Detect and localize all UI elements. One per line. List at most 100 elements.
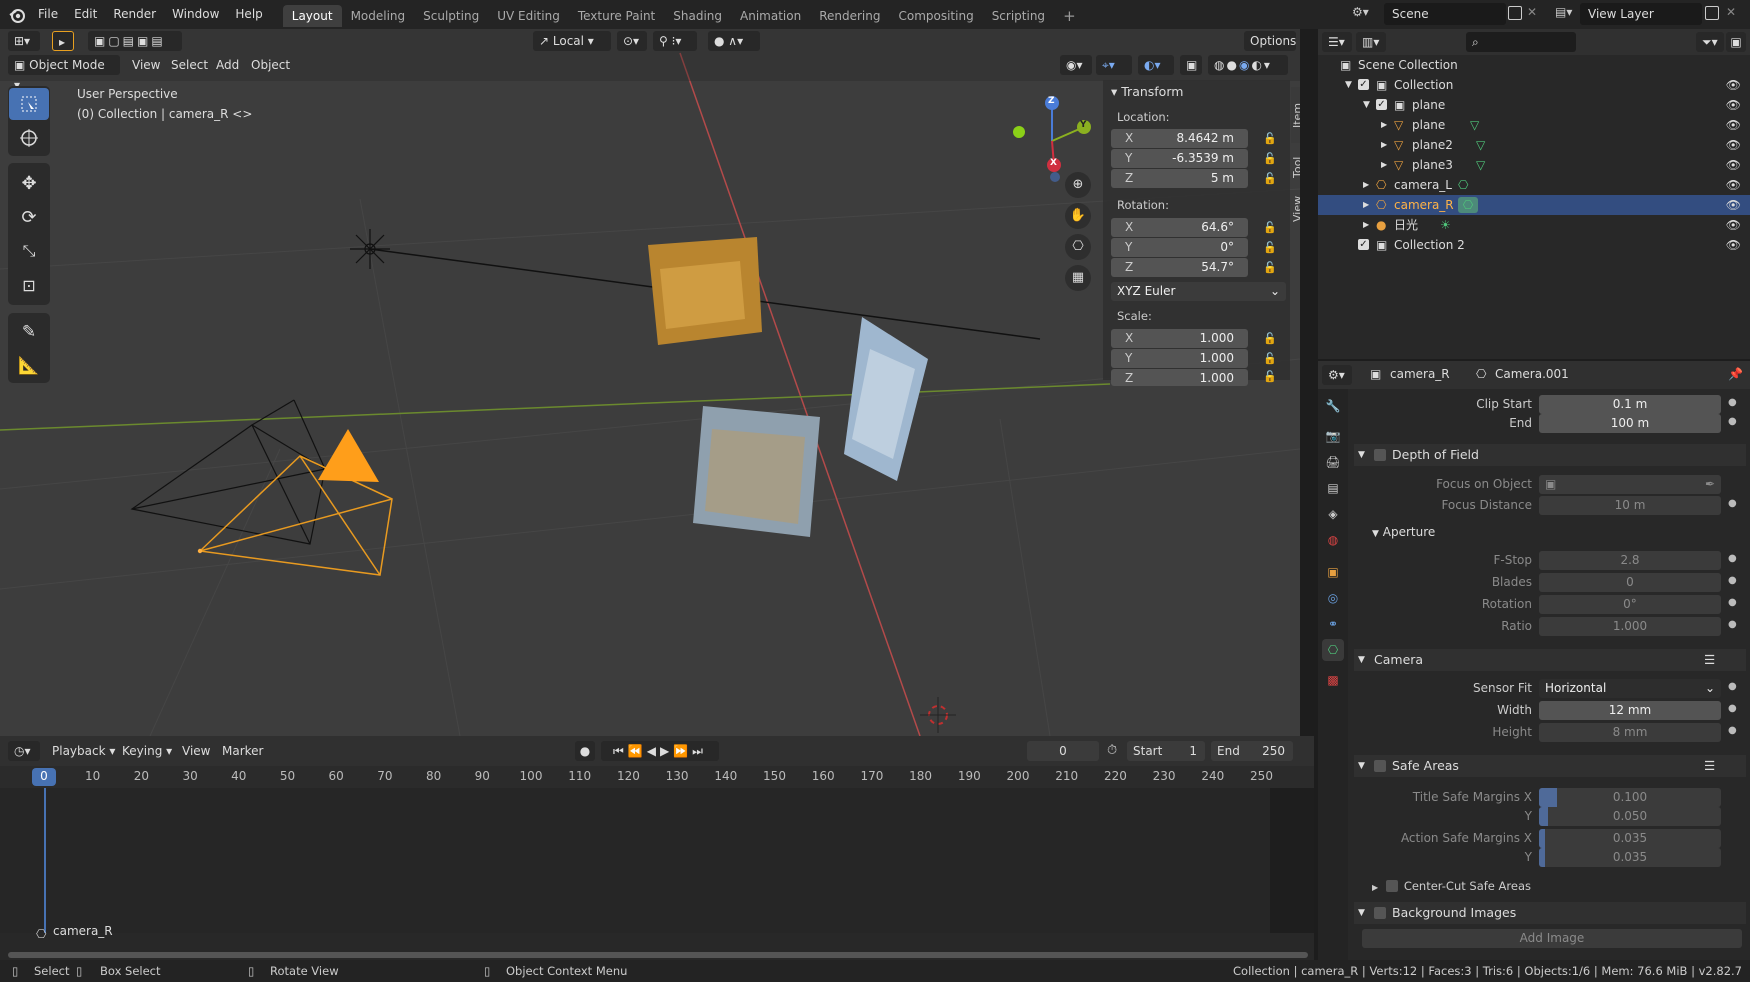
menu-playback[interactable]: Playback ▾ (52, 741, 115, 761)
annotate-tool[interactable]: ✎ (9, 316, 49, 348)
clip-end-field[interactable]: 100 m (1539, 414, 1721, 433)
render-tab-icon[interactable]: 📷 (1322, 425, 1344, 447)
blender-logo-icon[interactable] (8, 6, 26, 24)
lock-icon[interactable]: 🔓 (1263, 261, 1277, 274)
outliner-row-camera-r[interactable]: ▶ ⎔ camera_R ⎔ 👁 (1318, 195, 1750, 215)
blades-field[interactable]: 0 (1539, 573, 1721, 592)
eye-icon[interactable]: 👁 (1726, 75, 1741, 95)
measure-tool[interactable]: 📐 (9, 350, 49, 382)
lock-icon[interactable]: 🔓 (1263, 332, 1277, 345)
lock-icon[interactable]: 🔓 (1263, 370, 1277, 383)
title-safe-x-field[interactable]: 0.100 (1539, 788, 1721, 807)
outliner-row-plane[interactable]: ▶ ▽ plane ▽ 👁 (1318, 115, 1750, 135)
gizmo-toggle[interactable]: ⌖▾ (1096, 55, 1132, 75)
properties-editor-type[interactable]: ⚙▾ (1322, 365, 1352, 385)
constraints-tab-icon[interactable]: ⚭ (1322, 613, 1344, 635)
visibility-dropdown[interactable]: ◉▾ (1060, 55, 1092, 75)
tab-item[interactable]: Item (1291, 87, 1300, 143)
collection-checkbox[interactable]: ✓ (1358, 79, 1369, 90)
timeline-editor[interactable]: ◷▾ Playback ▾ Keying ▾ View Marker ● ⏮⏪◀… (0, 736, 1314, 960)
outliner-row-camera-l[interactable]: ▶ ⎔ camera_L ⎔ 👁 (1318, 175, 1750, 195)
select-box-tool[interactable] (9, 88, 49, 120)
menu-marker[interactable]: Marker (222, 741, 263, 761)
location-x-field[interactable]: X 8.4642 m (1111, 129, 1248, 148)
outliner-row-sun[interactable]: ▶ ● 日光 ☀ 👁 (1318, 215, 1750, 235)
timeline-scrollbar[interactable] (8, 952, 1308, 958)
camera-section[interactable]: ▼ Camera ☰ (1354, 649, 1746, 671)
zoom-icon[interactable]: ⊕ (1065, 172, 1091, 198)
scale-tool[interactable]: ⤡ (9, 235, 49, 267)
animate-dot-icon[interactable]: ● (1728, 498, 1737, 509)
record-button[interactable]: ● (575, 741, 595, 761)
pivot-point-button[interactable]: ⊙▾ (617, 31, 647, 51)
new-scene-icon[interactable] (1508, 6, 1522, 20)
close-icon[interactable]: ✕ (1527, 5, 1537, 19)
tab-texture-paint[interactable]: Texture Paint (569, 5, 664, 27)
scale-x-field[interactable]: X 1.000 (1111, 329, 1248, 348)
plane2-object[interactable] (844, 317, 928, 481)
eye-icon[interactable]: 👁 (1726, 95, 1741, 115)
scale-y-field[interactable]: Y 1.000 (1111, 349, 1248, 368)
outliner-row-collection[interactable]: ▼ ✓ ▣ Collection 👁 (1318, 75, 1750, 95)
timeline-body[interactable] (0, 788, 1314, 933)
animate-dot-icon[interactable]: ● (1728, 597, 1737, 608)
eyedropper-icon[interactable]: ✒ (1705, 475, 1715, 494)
transform-tool[interactable]: ⊡ (9, 269, 49, 301)
timeline-editor-type[interactable]: ◷▾ (8, 741, 40, 761)
action-safe-y-field[interactable]: 0.035 (1539, 848, 1721, 867)
3d-viewport[interactable]: ⊞▾ ▸ ▣▢▤▣▤ ↗ Local ▾ ⊙▾ ⚲ ⁝▾ ● ∧▾ Option… (0, 29, 1300, 736)
pan-hand-icon[interactable]: ✋ (1065, 203, 1091, 229)
transform-panel-header[interactable]: ▾ Transform (1111, 84, 1183, 99)
close-view-layer-icon[interactable]: ✕ (1726, 5, 1736, 19)
expand-arrow-icon[interactable]: ▶ (1363, 195, 1369, 215)
options-dropdown[interactable]: Options ▾ (1244, 31, 1296, 68)
focus-distance-field[interactable]: 10 m (1539, 496, 1721, 515)
eye-icon[interactable]: 👁 (1726, 195, 1741, 215)
lock-icon[interactable]: 🔓 (1263, 352, 1277, 365)
xray-toggle[interactable]: ▣ (1180, 55, 1202, 75)
tool-tab-icon[interactable]: 🔧 (1322, 395, 1344, 417)
eye-icon[interactable]: 👁 (1726, 135, 1741, 155)
expand-arrow-icon[interactable]: ▶ (1363, 175, 1369, 195)
rotation-y-field[interactable]: Y 0° (1111, 238, 1248, 257)
menu-file[interactable]: File (30, 0, 66, 29)
location-z-field[interactable]: Z 5 m (1111, 169, 1248, 188)
rotate-tool[interactable]: ⟳ (9, 201, 49, 233)
start-frame-field[interactable]: Start 1 (1127, 741, 1205, 761)
expand-arrow-icon[interactable]: ▶ (1381, 155, 1387, 175)
proportional-editing-button[interactable]: ● ∧▾ (708, 31, 760, 51)
physics-tab-icon[interactable]: ◎ (1322, 587, 1344, 609)
cursor-tool[interactable] (9, 122, 49, 154)
menu-render[interactable]: Render (105, 0, 164, 29)
outliner-row-plane-collection[interactable]: ▼ ✓ ▣ plane 👁 (1318, 95, 1750, 115)
camera-data-icon[interactable]: ⎔ (1458, 197, 1478, 213)
scene-selector[interactable]: Scene (1384, 3, 1506, 25)
scene-tab-icon[interactable]: ◈ (1322, 503, 1344, 525)
eye-icon[interactable]: 👁 (1726, 155, 1741, 175)
tab-layout[interactable]: Layout (282, 4, 342, 27)
menu-add[interactable]: Add (216, 55, 239, 75)
expand-arrow-icon[interactable]: ▶ (1381, 115, 1387, 135)
end-frame-field[interactable]: End 250 (1211, 741, 1293, 761)
sun-light-object[interactable] (350, 229, 390, 269)
lock-icon[interactable]: 🔓 (1263, 132, 1277, 145)
expand-arrow-icon[interactable]: ▶ (1363, 215, 1369, 235)
new-view-layer-icon[interactable] (1705, 6, 1719, 20)
menu-keying[interactable]: Keying ▾ (122, 741, 172, 761)
display-mode-dropdown[interactable]: ▥▾ (1356, 32, 1386, 52)
tab-uv-editing[interactable]: UV Editing (488, 5, 569, 27)
select-tool-button[interactable]: ▸ (52, 31, 74, 51)
depth-of-field-section[interactable]: ▼ Depth of Field (1354, 444, 1746, 466)
mesh-data-icon[interactable]: ▽ (1470, 115, 1479, 135)
expand-arrow-icon[interactable]: ▼ (1363, 95, 1370, 115)
outliner-row-scene-collection[interactable]: ▣ Scene Collection (1318, 55, 1750, 75)
scene-icon[interactable]: ⚙▾ (1352, 5, 1378, 23)
eye-icon[interactable]: 👁 (1726, 175, 1741, 195)
add-workspace-button[interactable]: + (1054, 5, 1085, 27)
outliner-row-plane3[interactable]: ▶ ▽ plane3 ▽ 👁 (1318, 155, 1750, 175)
mesh-data-icon[interactable]: ▽ (1476, 135, 1485, 155)
sensor-width-field[interactable]: 12 mm (1539, 701, 1721, 720)
ratio-field[interactable]: 1.000 (1539, 617, 1721, 636)
animate-dot-icon[interactable]: ● (1728, 416, 1737, 427)
center-cut-subsection[interactable]: ▶ Center-Cut Safe Areas (1372, 879, 1531, 893)
